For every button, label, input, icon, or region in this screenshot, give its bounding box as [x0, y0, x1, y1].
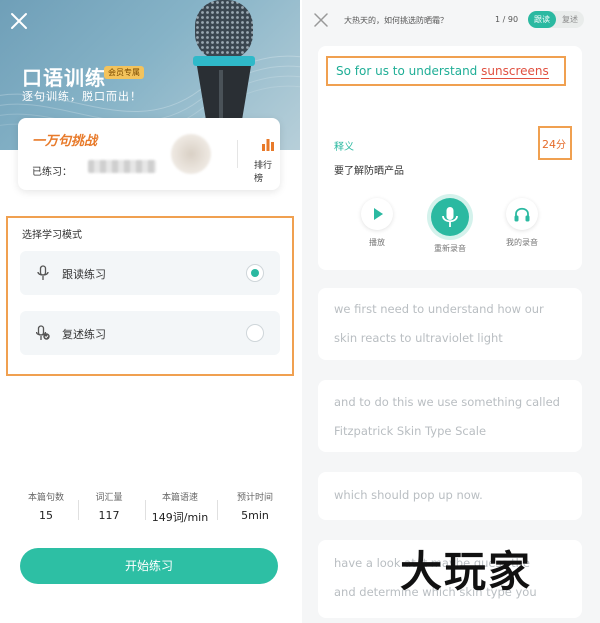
divider	[217, 500, 218, 520]
score-highlight-box: 24分	[538, 126, 572, 160]
control-label: 播放	[369, 238, 385, 247]
play-icon	[374, 208, 383, 220]
radio-unselected[interactable]	[246, 324, 264, 342]
practiced-count-blurred	[88, 160, 156, 173]
article-stats: 本篇句数 15 词汇量 117 本篇语速 149词/min 预计时间 5min	[16, 490, 286, 530]
score-value: 24	[542, 138, 556, 151]
stat-label: 预计时间	[236, 493, 273, 503]
sentence-card[interactable]: which should pop up now.	[318, 472, 582, 520]
mode-toggle: 跟读 复述	[528, 11, 584, 28]
my-recording-control: 我的录音	[506, 198, 538, 248]
sentence-progress: 1 / 90	[495, 15, 519, 24]
meaning-label: 释义	[334, 142, 354, 153]
sentence-line: we first need to understand how our	[334, 302, 544, 316]
stat-value: 149词/min	[151, 511, 209, 524]
headphones-icon	[514, 207, 530, 222]
mode-option-label: 复述练习	[62, 328, 106, 341]
practice-panel: 大热天的，如何挑选防晒霜？ 1 / 90 跟读 复述 So for us to …	[302, 0, 600, 623]
control-label: 重新录音	[434, 244, 466, 253]
score-unit: 分	[556, 140, 566, 151]
play-button[interactable]	[361, 198, 393, 230]
challenge-title: 一万句挑战	[32, 134, 98, 149]
control-label: 我的录音	[506, 238, 538, 247]
sentence-line: Fitzpatrick Skin Type Scale	[334, 424, 487, 438]
sentence-line: and to do this we use something called	[334, 395, 560, 409]
sentence-line: skin reacts to ultraviolet light	[334, 331, 503, 345]
stat-speed: 本篇语速 149词/min	[150, 490, 210, 525]
stat-estimated-time: 预计时间 5min	[225, 490, 285, 522]
score: 24分	[542, 136, 566, 151]
play-control: 播放	[361, 198, 393, 248]
stat-sentence-count: 本篇句数 15	[16, 490, 76, 522]
stat-vocabulary: 词汇量 117	[79, 490, 139, 522]
bar-chart-icon[interactable]	[261, 137, 275, 151]
tab-retell[interactable]: 复述	[556, 11, 584, 28]
sentence-text: So for us to understand	[336, 64, 482, 78]
avatar	[171, 134, 211, 174]
practiced-label: 已练习：	[32, 167, 72, 178]
microphone-icon	[442, 207, 458, 227]
mode-option-label: 跟读练习	[62, 268, 106, 281]
stat-value: 117	[98, 509, 120, 522]
radio-selected[interactable]	[246, 264, 264, 282]
close-icon[interactable]	[10, 12, 28, 30]
challenge-card[interactable]: 一万句挑战 已练习： 排行榜	[18, 118, 280, 190]
tab-read-along[interactable]: 跟读	[528, 11, 556, 28]
sentence-line: which should pop up now.	[334, 488, 483, 502]
microphone-icon	[37, 265, 49, 280]
stat-label: 本篇语速	[161, 493, 198, 503]
mode-heading: 选择学习模式	[22, 230, 82, 241]
record-control: 重新录音	[431, 198, 469, 254]
close-icon[interactable]	[314, 13, 328, 27]
leaderboard-link[interactable]: 排行榜	[254, 158, 280, 184]
divider	[237, 140, 238, 168]
page-title: 口语训练	[22, 66, 106, 90]
stat-value: 15	[39, 509, 53, 522]
divider	[145, 500, 146, 520]
my-recording-button[interactable]	[506, 198, 538, 230]
stat-label: 词汇量	[95, 493, 123, 503]
mispronounced-word[interactable]: sunscreens	[481, 64, 549, 79]
mode-option-retell[interactable]: 复述练习	[20, 311, 280, 355]
mode-option-read-along[interactable]: 跟读练习	[20, 251, 280, 295]
mode-selector: 选择学习模式 跟读练习 复述练习	[6, 216, 294, 376]
meaning-text: 要了解防晒产品	[334, 166, 404, 177]
current-sentence: So for us to understand sunscreens	[336, 64, 549, 79]
vip-badge: 会员专属	[104, 66, 144, 79]
article-title: 大热天的，如何挑选防晒霜？	[344, 16, 448, 25]
record-button[interactable]	[431, 198, 469, 236]
current-sentence-card: So for us to understand sunscreens 释义 要了…	[318, 46, 582, 270]
sentence-highlight-box: So for us to understand sunscreens	[326, 56, 566, 86]
microphone-check-icon	[36, 325, 50, 340]
stat-label: 本篇句数	[27, 493, 64, 503]
stat-value: 5min	[241, 509, 269, 522]
start-practice-button[interactable]: 开始练习	[20, 548, 278, 584]
page-subtitle: 逐句训练，脱口而出！	[22, 90, 142, 103]
setup-panel: 口语训练 会员专属 逐句训练，脱口而出！ 一万句挑战 已练习： 排行榜 选择学习…	[0, 0, 300, 623]
sentence-card[interactable]: and to do this we use something called F…	[318, 380, 582, 452]
watermark: 大玩家	[400, 547, 533, 596]
sentence-card[interactable]: we first need to understand how our skin…	[318, 288, 582, 360]
